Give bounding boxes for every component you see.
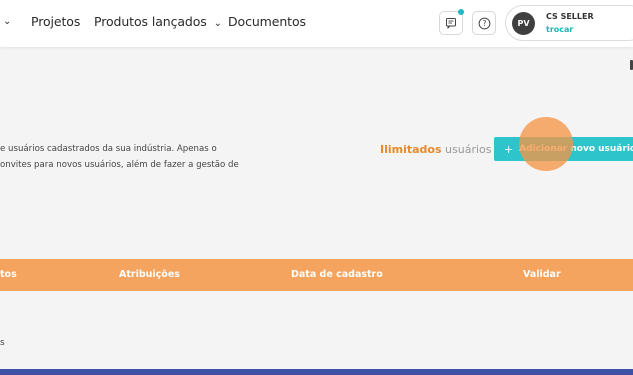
chevron-down-icon[interactable]: ⌄ [3,16,11,27]
user-limit: Ilimitados usuários [380,143,492,156]
description-line: e usuários cadastrados da sua indústria.… [0,144,217,154]
user-limit-label: usuários [445,143,492,156]
page-description: e usuários cadastrados da sua indústria.… [0,141,239,173]
top-navigation: ⌄ Projetos Produtos lançados ⌄ Documento… [0,0,633,47]
nav-item-label: Produtos lançados [94,14,207,29]
table-row: s [0,338,5,348]
svg-text:?: ? [482,19,486,28]
column-header-data-cadastro: Data de cadastro [291,269,383,280]
nav-item-projetos[interactable]: Projetos [31,14,80,29]
nav-item-documentos[interactable]: Documentos [228,14,306,29]
user-limit-value: Ilimitados [380,143,442,156]
message-icon [446,18,456,29]
profile-switcher[interactable]: PV CS SELLER trocar [505,5,633,41]
click-highlight [519,117,573,171]
table-header: tos Atribuições Data de cadastro Validar [0,259,633,291]
switch-profile-link[interactable]: trocar [546,25,573,34]
bottom-bar [0,369,633,375]
column-header-validar: Validar [523,269,561,280]
description-line: onvites para novos usuários, além de faz… [0,160,239,170]
nav-item-produtos-lancados[interactable]: Produtos lançados ⌄ [94,14,222,29]
avatar: PV [512,12,535,35]
help-button[interactable]: ? [472,11,496,35]
help-icon: ? [478,17,490,29]
profile-name: CS SELLER [546,12,594,21]
column-header-atribuicoes: Atribuições [119,269,180,280]
chevron-down-icon: ⌄ [210,18,222,29]
notifications-button[interactable] [439,9,464,35]
plus-icon: + [504,142,514,156]
notification-dot [458,9,464,15]
column-header: tos [0,269,17,280]
